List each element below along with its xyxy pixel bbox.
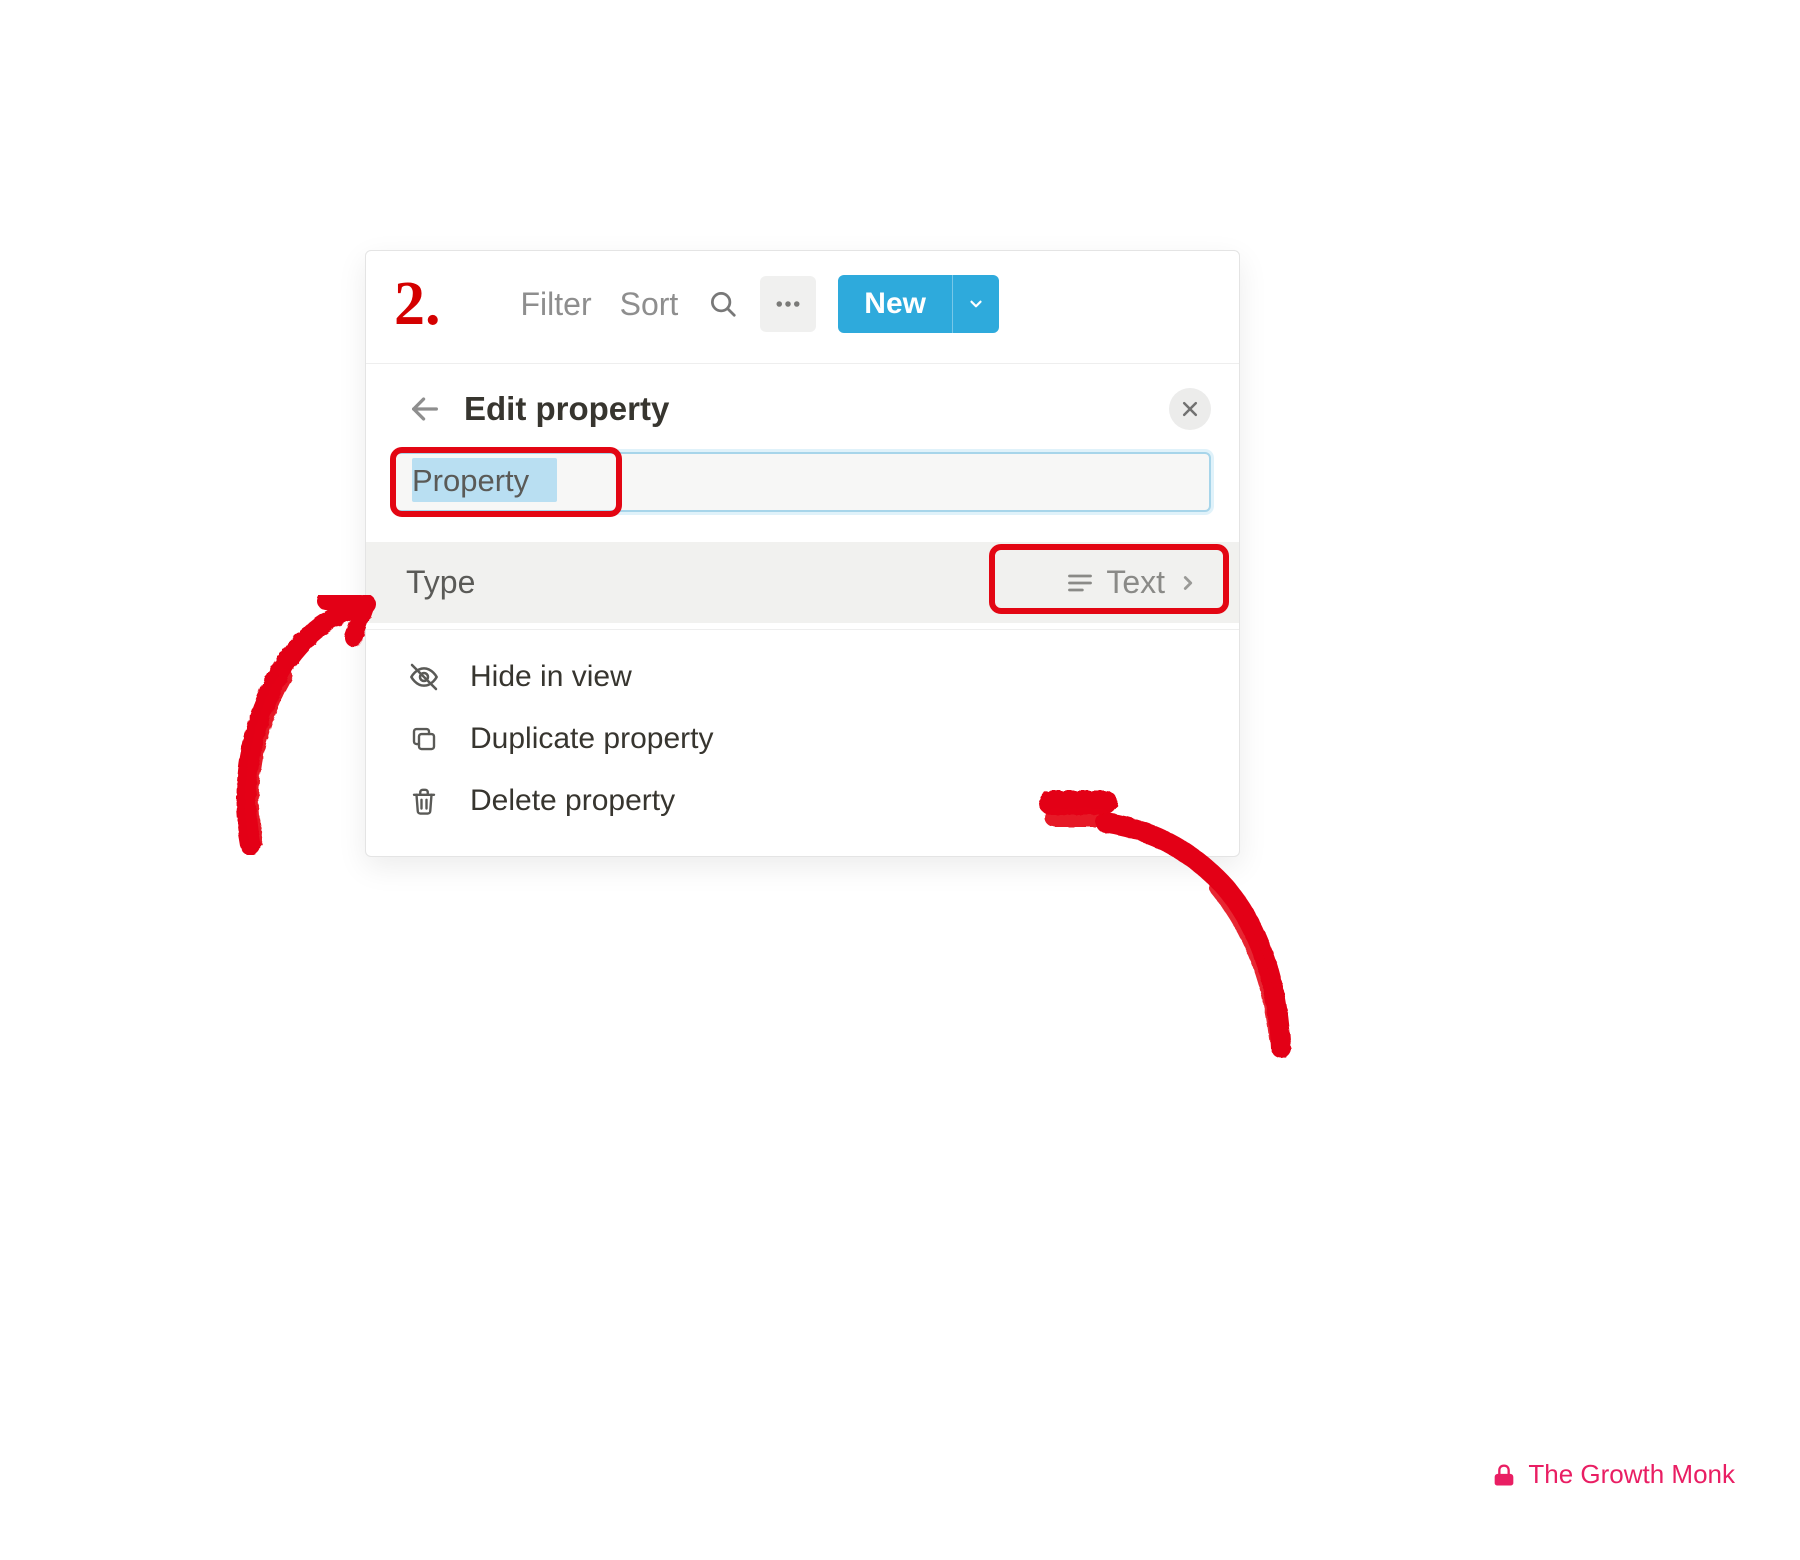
annotation-step-number: 2. <box>394 273 441 335</box>
search-icon <box>708 289 738 319</box>
option-label: Hide in view <box>470 660 632 694</box>
new-button-group: New <box>838 275 999 333</box>
hide-in-view-option[interactable]: Hide in view <box>366 646 1239 708</box>
panel-header: Edit property <box>366 364 1239 452</box>
text-type-icon <box>1066 569 1094 597</box>
more-options-button[interactable] <box>760 276 816 332</box>
type-label: Type <box>406 564 1054 601</box>
type-selector[interactable]: Type Text <box>366 542 1239 623</box>
property-options-list: Hide in view Duplicate property <box>366 630 1239 856</box>
duplicate-property-option[interactable]: Duplicate property <box>366 708 1239 770</box>
chevron-right-icon <box>1177 572 1199 594</box>
type-row-wrap: Type Text <box>366 542 1239 623</box>
sort-button[interactable]: Sort <box>612 282 687 327</box>
new-button-dropdown[interactable] <box>952 275 999 333</box>
filter-button[interactable]: Filter <box>513 282 600 327</box>
option-label: Duplicate property <box>470 722 713 756</box>
property-name-input[interactable] <box>394 452 1211 512</box>
duplicate-icon <box>406 724 442 754</box>
new-button[interactable]: New <box>838 275 952 333</box>
option-label: Delete property <box>470 784 675 818</box>
type-value-group: Text <box>1054 560 1219 605</box>
chevron-down-icon <box>967 295 985 313</box>
back-button[interactable] <box>408 392 442 426</box>
type-value: Text <box>1106 564 1165 601</box>
close-button[interactable] <box>1169 388 1211 430</box>
brand-name: The Growth Monk <box>1528 1459 1735 1490</box>
trash-icon <box>406 786 442 816</box>
arrow-left-icon <box>408 392 442 426</box>
dots-horizontal-icon <box>773 289 803 319</box>
eye-off-icon <box>406 661 442 693</box>
attribution: The Growth Monk <box>1490 1459 1735 1490</box>
property-editor-popup: 2. Filter Sort New <box>365 250 1240 857</box>
property-name-row: Property <box>366 452 1239 532</box>
brand-icon <box>1490 1461 1518 1489</box>
panel-title: Edit property <box>464 390 1169 428</box>
search-button[interactable] <box>698 279 748 329</box>
database-toolbar: 2. Filter Sort New <box>366 251 1239 363</box>
delete-property-option[interactable]: Delete property <box>366 770 1239 832</box>
close-icon <box>1180 399 1200 419</box>
